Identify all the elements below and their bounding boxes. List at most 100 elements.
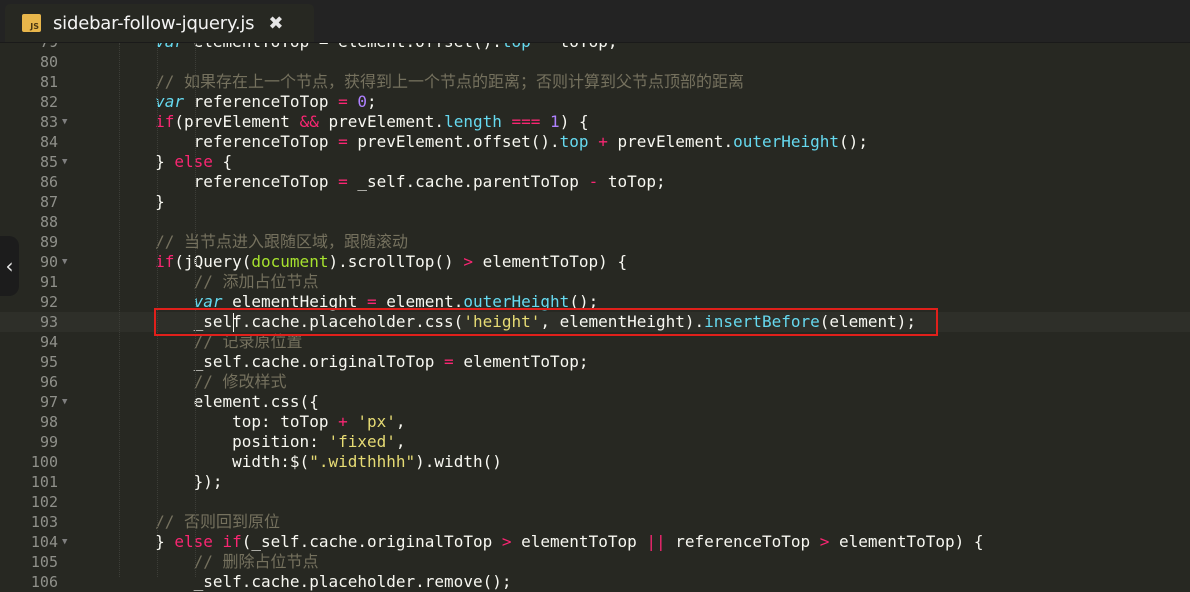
code-line[interactable]: 80 — [0, 52, 1190, 72]
code-line[interactable]: 104 ▼ } else if(_self.cache.originalToTop… — [0, 532, 1190, 552]
code-token: outerHeight — [463, 292, 570, 311]
code-token: ".widthhhh" — [309, 452, 416, 471]
code-text: if(prevElement && prevElement.length ===… — [78, 112, 589, 132]
code-line[interactable]: 92 var elementHeight = element.outerHeig… — [0, 292, 1190, 312]
code-token: prevElement. — [318, 112, 445, 131]
indent-guide — [119, 43, 120, 577]
code-token: = — [338, 172, 348, 191]
code-token: 'height' — [463, 312, 541, 331]
code-line[interactable]: 105 // 删除占位节点 — [0, 552, 1190, 572]
code-token: elementToTop) { — [472, 252, 628, 271]
code-token: (); — [839, 132, 868, 151]
line-number: 96 — [39, 373, 58, 391]
code-line[interactable]: 101 }); — [0, 472, 1190, 492]
code-token: insertBefore — [704, 312, 820, 331]
code-text: } — [78, 192, 165, 212]
line-number: 81 — [39, 73, 58, 91]
code-token: === — [511, 112, 541, 131]
code-token: || — [646, 532, 666, 551]
code-text: var referenceToTop = 0; — [78, 92, 377, 112]
line-number: 102 — [30, 493, 58, 511]
code-token: prevElement.offset(). — [347, 132, 560, 151]
code-token: _self.cache.originalToTop — [78, 352, 445, 371]
code-token: var — [155, 92, 184, 111]
code-token: ) { — [559, 112, 589, 131]
fold-arrow-icon[interactable]: ▼ — [62, 392, 67, 412]
code-line[interactable]: 84 referenceToTop = prevElement.offset()… — [0, 132, 1190, 152]
code-token: } — [78, 152, 175, 171]
code-line[interactable]: 95 _self.cache.originalToTop = elementTo… — [0, 352, 1190, 372]
line-number: 94 — [39, 333, 58, 351]
code-text: // 当节点进入跟随区域，跟随滚动 — [78, 232, 408, 252]
line-number: 97 — [39, 393, 58, 411]
code-token: elementToTop) { — [829, 532, 984, 551]
code-area[interactable]: 79 var elementToTop = element.offset().t… — [0, 32, 1190, 591]
code-line[interactable]: 86 referenceToTop = _self.cache.parentTo… — [0, 172, 1190, 192]
code-line[interactable]: 85 ▼ } else { — [0, 152, 1190, 172]
line-number: 88 — [39, 213, 58, 231]
code-line[interactable]: 97 ▼ element.css({ — [0, 392, 1190, 412]
js-file-icon: JS — [22, 14, 41, 32]
code-line[interactable]: 102 — [0, 492, 1190, 512]
code-line[interactable]: 100 width:$(".widthhhh").width() — [0, 452, 1190, 472]
code-line[interactable]: 103 // 否则回到原位 — [0, 512, 1190, 532]
code-text: referenceToTop = prevElement.offset().to… — [78, 132, 868, 152]
close-icon[interactable]: ✖ — [268, 13, 283, 34]
code-text: } else { — [78, 152, 232, 172]
code-line[interactable]: 90 ▼ if(jQuery(document).scrollTop() > el… — [0, 252, 1190, 272]
code-line[interactable]: 93 _self.cache.placeholder.css('height',… — [0, 312, 1190, 332]
code-line[interactable]: 98 top: toTop + 'px', — [0, 412, 1190, 432]
code-token: , — [395, 432, 406, 451]
line-number: 100 — [30, 453, 58, 471]
code-text: element.css({ — [78, 392, 319, 412]
code-line[interactable]: 96 // 修改样式 — [0, 372, 1190, 392]
code-token: + — [598, 132, 608, 151]
code-text: // 记录原位置 — [78, 332, 303, 352]
code-line[interactable]: 89 // 当节点进入跟随区域，跟随滚动 — [0, 232, 1190, 252]
code-token: top: toTop — [78, 412, 339, 431]
code-token: // 删除占位节点 — [193, 552, 319, 571]
fold-arrow-icon[interactable]: ▼ — [62, 532, 67, 552]
fold-arrow-icon[interactable]: ▼ — [62, 152, 67, 172]
code-token: (element); — [819, 312, 917, 331]
code-line[interactable]: 81 // 如果存在上一个节点，获得到上一个节点的距离；否则计算到父节点顶部的距… — [0, 72, 1190, 92]
code-token: = — [444, 352, 454, 371]
code-text: position: 'fixed', — [78, 432, 406, 452]
code-line[interactable]: 83 ▼ if(prevElement && prevElement.length… — [0, 112, 1190, 132]
code-token: referenceToTop — [183, 92, 339, 111]
code-text: }); — [78, 472, 223, 492]
code-token: > — [463, 252, 473, 271]
code-line[interactable]: 106 _self.cache.placeholder.remove(); — [0, 572, 1190, 592]
code-line[interactable]: 94 // 记录原位置 — [0, 332, 1190, 352]
code-line[interactable]: 82 var referenceToTop = 0; — [0, 92, 1190, 112]
tab-sidebar-follow-jquery[interactable]: JS sidebar-follow-jquery.js ✖ — [5, 4, 314, 42]
code-token: _self.cache.placeholder.css( — [78, 312, 464, 331]
line-number: 104 — [30, 533, 58, 551]
code-token: && — [299, 112, 319, 131]
code-token: ).width() — [415, 452, 502, 471]
code-token: elementHeight — [222, 292, 367, 311]
code-line[interactable]: 87 } — [0, 192, 1190, 212]
code-text: top: toTop + 'px', — [78, 412, 405, 432]
fold-arrow-icon[interactable]: ▼ — [62, 112, 67, 132]
fold-arrow-icon[interactable]: ▼ — [62, 252, 67, 272]
code-token: (prevElement — [174, 112, 300, 131]
code-line[interactable]: 91 // 添加占位节点 — [0, 272, 1190, 292]
code-token: (jQuery( — [174, 252, 252, 271]
sidebar-toggle-button[interactable]: ‹ — [0, 236, 19, 296]
code-token: = — [338, 92, 348, 111]
code-line[interactable]: 99 position: 'fixed', — [0, 432, 1190, 452]
line-number: 83 — [39, 113, 58, 131]
code-token: referenceToTop — [78, 132, 339, 151]
code-token: = — [367, 292, 377, 311]
code-token: document — [251, 252, 329, 271]
code-line[interactable]: 88 — [0, 212, 1190, 232]
